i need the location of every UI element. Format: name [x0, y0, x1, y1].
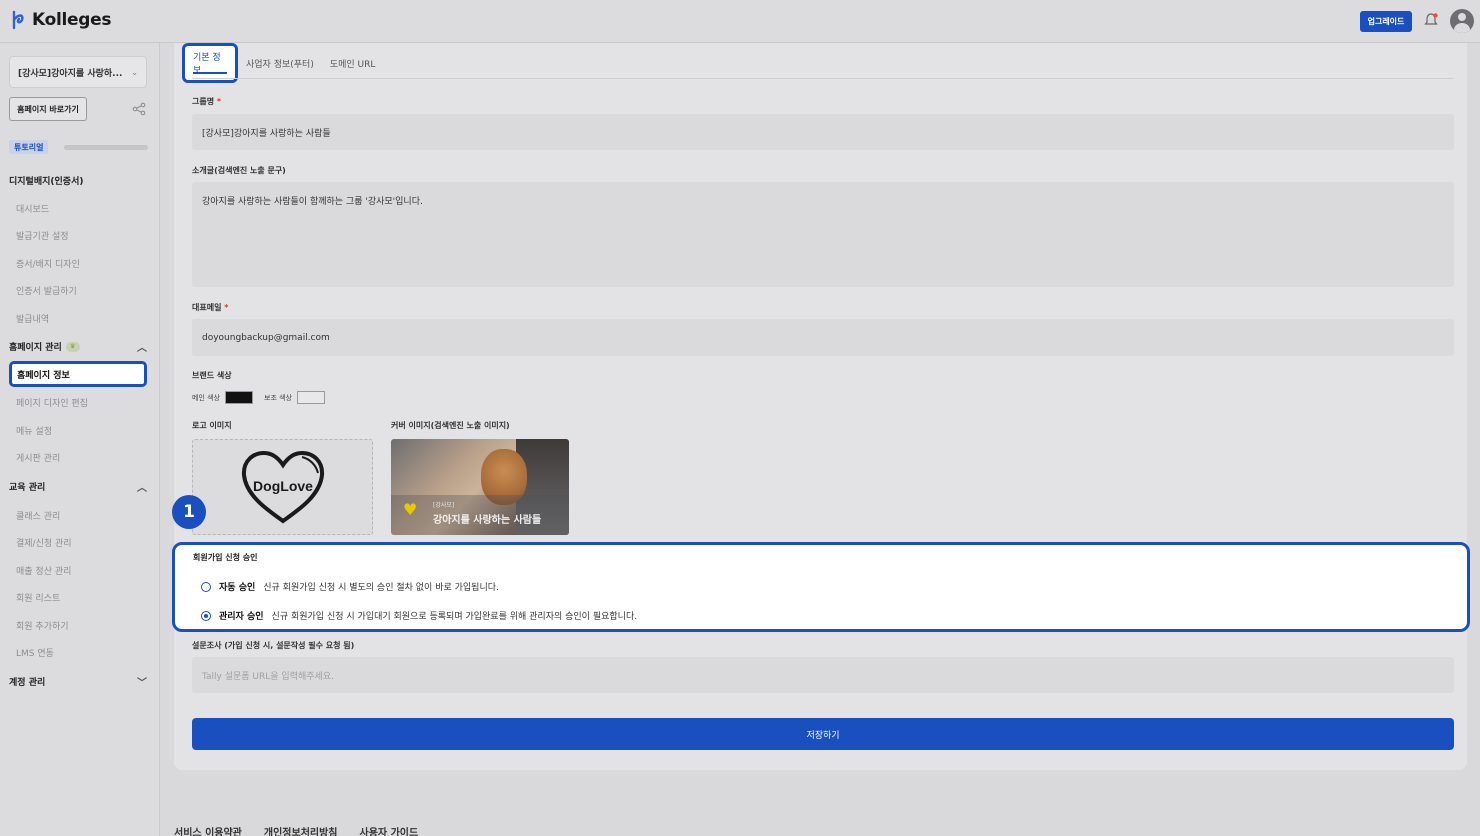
chevron-down-icon: ﹀	[137, 678, 147, 689]
footer-links: 서비스 이용약관 개인정보처리방침 사용자 가이드	[174, 824, 418, 836]
sidebar-item-homepage-info[interactable]: 홈페이지 정보	[9, 361, 147, 387]
sidebar-item-issuer-settings[interactable]: 발급기관 설정	[16, 229, 69, 242]
footer-privacy-link[interactable]: 개인정보처리방침	[264, 824, 338, 836]
main-color-swatch[interactable]	[225, 391, 253, 404]
brand-color-row: 메인 색상 보조 색상	[192, 391, 325, 404]
label-text: 그룹명	[192, 97, 215, 106]
doglove-logo-image: DogLove	[241, 450, 324, 524]
tab-bar: 기본 정보 사업자 정보(푸터) 도메인 URL	[182, 43, 384, 83]
auto-approval-option[interactable]: 자동 승인 신규 회원가입 신청 시 별도의 승인 절차 없이 바로 가입됩니다…	[201, 580, 499, 593]
admin-approval-option[interactable]: 관리자 승인 신규 회원가입 신청 시 가입대기 회원으로 등록되며 가입완료를…	[201, 609, 637, 622]
intro-textarea[interactable]: 강아지를 사랑하는 사람들이 함께하는 그룹 '강사모'입니다.	[192, 182, 1454, 287]
sidebar-item-sales-settlement[interactable]: 매출 정산 관리	[16, 564, 71, 577]
sidebar: [강사모]강아지를 사랑하... ⌄ 홈페이지 바로가기 튜토리얼 디지털배지(…	[0, 43, 160, 836]
user-avatar[interactable]	[1450, 9, 1474, 33]
tutorial-progress	[64, 145, 148, 150]
label-text: 대표메일	[192, 303, 222, 312]
logo-upload[interactable]: DogLove	[192, 439, 373, 535]
sub-color-label: 보조 색상	[264, 393, 292, 402]
homepage-link-button[interactable]: 홈페이지 바로가기	[9, 97, 87, 121]
sidebar-item-issue-history[interactable]: 발급내역	[16, 312, 49, 325]
section-education-management[interactable]: 교육 관리 ︿	[9, 480, 149, 494]
auto-approval-desc: 신규 회원가입 신청 시 별도의 승인 절차 없이 바로 가입됩니다.	[263, 583, 499, 593]
cover-title-text: 강아지를 사랑하는 사람들	[433, 515, 542, 526]
group-name-label: 그룹명 *	[192, 96, 221, 107]
section-title: 교육 관리	[9, 483, 46, 493]
tab-basic-info[interactable]: 기본 정보	[182, 43, 238, 83]
sidebar-item-page-design[interactable]: 페이지 디자인 편집	[16, 396, 88, 409]
step-badge: 1	[172, 495, 206, 529]
sidebar-item-lms[interactable]: LMS 연동	[16, 646, 54, 659]
footer-guide-link[interactable]: 사용자 가이드	[360, 824, 419, 836]
bell-icon[interactable]	[1423, 12, 1439, 28]
upgrade-button[interactable]: 업그레이드	[1360, 11, 1412, 32]
survey-label: 설문조사 (가입 신청 시, 설문작성 필수 요청 됨)	[192, 641, 355, 650]
group-selector-label: [강사모]강아지를 사랑하...	[18, 68, 123, 79]
admin-approval-label: 관리자 승인	[219, 612, 264, 622]
signup-approval-section: 회원가입 신청 승인 자동 승인 신규 회원가입 신청 시 별도의 승인 절차 …	[172, 542, 1470, 632]
crown-icon: ♛	[65, 341, 80, 352]
section-title: 계정 관리	[9, 678, 46, 688]
email-label: 대표메일 *	[192, 302, 228, 313]
main-color-label: 메인 색상	[192, 393, 220, 402]
auto-approval-label: 자동 승인	[219, 583, 256, 593]
sidebar-item-menu-settings[interactable]: 메뉴 설정	[16, 424, 52, 437]
sidebar-item-member-list[interactable]: 회원 리스트	[16, 591, 60, 604]
top-bar: Kolleges 업그레이드	[0, 0, 1480, 43]
section-digital-badge[interactable]: 디지털배지(인증서)	[9, 174, 83, 187]
admin-approval-desc: 신규 회원가입 신청 시 가입대기 회원으로 등록되며 가입완료를 위해 관리자…	[271, 612, 638, 622]
cover-label: 커버 이미지(검색엔진 노출 이미지)	[391, 421, 510, 430]
survey-url-input[interactable]: Tally 설문폼 URL을 입력해주세요.	[192, 657, 1454, 693]
footer-terms-link[interactable]: 서비스 이용약관	[174, 824, 242, 836]
chevron-down-icon: ⌄	[131, 67, 138, 77]
required-mark: *	[224, 303, 229, 312]
intro-label: 소개글(검색엔진 노출 문구)	[192, 166, 286, 175]
logo-label: 로고 이미지	[192, 421, 232, 430]
tab-business-info[interactable]: 사업자 정보(푸터)	[238, 57, 322, 70]
kolleges-logo-icon	[12, 10, 24, 30]
sidebar-item-add-member[interactable]: 회원 추가하기	[16, 619, 69, 632]
group-name-input[interactable]: [강사모]강아지를 사랑하는 사람들	[192, 114, 1454, 150]
group-selector[interactable]: [강사모]강아지를 사랑하... ⌄	[9, 56, 147, 88]
sidebar-item-board-management[interactable]: 게시판 관리	[16, 451, 60, 464]
approval-title: 회원가입 신청 승인	[193, 553, 258, 562]
sidebar-item-issue-certificate[interactable]: 인증서 발급하기	[16, 284, 77, 297]
sub-color-swatch[interactable]	[297, 391, 325, 404]
sidebar-item-dashboard[interactable]: 대시보드	[16, 202, 49, 215]
auto-approval-radio[interactable]	[201, 581, 211, 592]
tutorial-badge[interactable]: 튜토리얼	[9, 140, 49, 154]
share-icon[interactable]	[132, 102, 146, 116]
heart-icon: ♥	[403, 500, 418, 519]
save-button[interactable]: 저장하기	[192, 718, 1454, 750]
tab-divider	[192, 78, 1454, 79]
section-account-management[interactable]: 계정 관리 ﹀	[9, 675, 149, 689]
cover-small-text: [강사모]	[433, 502, 455, 509]
logo-text: DogLove	[253, 478, 313, 494]
sidebar-item-class-management[interactable]: 클래스 관리	[16, 509, 60, 522]
tab-domain-url[interactable]: 도메인 URL	[322, 57, 384, 70]
section-homepage-management[interactable]: 홈페이지 관리 ♛ ︿	[9, 340, 149, 354]
app-name: Kolleges	[32, 10, 112, 30]
admin-approval-radio[interactable]	[201, 610, 211, 621]
section-title: 홈페이지 관리	[9, 343, 62, 353]
sidebar-item-payment-management[interactable]: 결제/신청 관리	[16, 536, 72, 549]
chevron-up-icon: ︿	[137, 343, 147, 354]
section-title: 디지털배지(인증서)	[9, 177, 84, 187]
app-logo[interactable]: Kolleges	[10, 10, 111, 30]
chevron-up-icon: ︿	[137, 483, 147, 494]
cover-image-upload[interactable]: ♥ [강사모] 강아지를 사랑하는 사람들	[391, 439, 569, 535]
email-input[interactable]: doyoungbackup@gmail.com	[192, 319, 1454, 356]
brand-color-label: 브랜드 색상	[192, 371, 232, 380]
required-mark: *	[216, 97, 222, 106]
sidebar-item-badge-design[interactable]: 증서/배지 디자인	[16, 257, 80, 270]
